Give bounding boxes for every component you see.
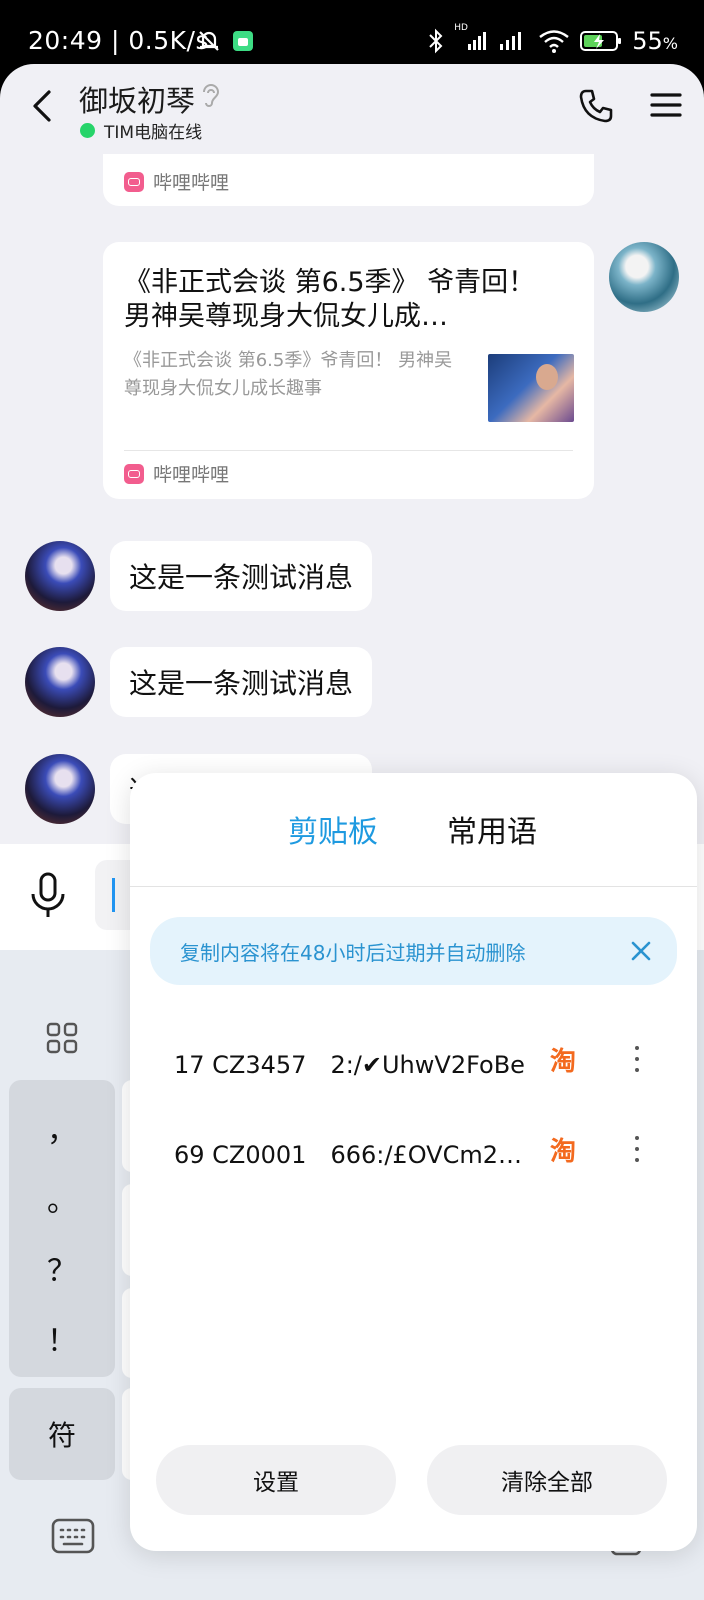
message-bubble[interactable]: 这是一条测试消息 (110, 541, 373, 611)
back-button[interactable] (22, 86, 62, 126)
my-avatar[interactable] (609, 242, 679, 312)
keyboard-switch-icon[interactable] (51, 1518, 95, 1558)
symbol-key[interactable]: 。 (9, 1176, 115, 1220)
shared-video-card[interactable]: 《非正式会谈 第6.5季》 爷青回！ 男神吴尊现身大侃女儿成… 《非正式会谈 第… (103, 242, 594, 499)
settings-button[interactable]: 设置 (156, 1445, 396, 1515)
mute-bell-icon (196, 28, 222, 58)
back-arrow-icon (33, 90, 51, 122)
status-icons: HD 55% (428, 23, 678, 56)
clipboard-item[interactable]: 17 CZ3457 2:/✔UhwV2FoBe 淘 (130, 1023, 697, 1093)
apps-grid-icon[interactable] (46, 1022, 78, 1058)
taobao-icon: 淘 (550, 1047, 577, 1077)
symbol-key[interactable]: ， (9, 1106, 115, 1150)
close-notice-button[interactable] (629, 939, 653, 963)
android-notification-icon (232, 30, 254, 56)
more-dot (635, 1158, 639, 1162)
bluetooth-icon (428, 28, 444, 54)
card-divider (124, 450, 573, 451)
status-time-speed: 20:49 | 0.5K/s (28, 26, 209, 55)
shared-card-partial[interactable]: 哔哩哔哩 (103, 154, 594, 206)
clipboard-panel: 剪贴板 常用语 复制内容将在48小时后过期并自动删除 17 CZ3457 2:/… (130, 773, 697, 1551)
tab-common-phrases[interactable]: 常用语 (447, 807, 537, 851)
more-options-button[interactable] (623, 1043, 651, 1075)
contact-name[interactable]: 御坂初琴 (79, 78, 195, 120)
battery-level: 55% (632, 27, 678, 55)
network-badge: HD (454, 23, 468, 33)
clipboard-item[interactable]: 69 CZ0001 666:/£OVCm2abc 淘 (130, 1113, 697, 1183)
battery-charging-icon (580, 29, 622, 53)
taobao-icon: 淘 (550, 1137, 577, 1167)
call-button[interactable] (578, 88, 618, 128)
card-description: 《非正式会谈 第6.5季》爷青回！ 男神吴尊现身大侃女儿成长趣事 (124, 350, 453, 399)
card-source: 哔哩哔哩 (124, 460, 229, 487)
more-dot (635, 1068, 639, 1072)
bilibili-icon (124, 463, 144, 484)
card-source: 哔哩哔哩 (124, 168, 229, 195)
text-cursor (112, 878, 115, 912)
signal-icon: HD (454, 23, 488, 53)
contact-avatar[interactable] (25, 754, 95, 824)
more-dot (635, 1136, 639, 1140)
notice-text: 复制内容将在48小时后过期并自动删除 (180, 941, 526, 965)
more-dot (635, 1046, 639, 1050)
tab-clipboard[interactable]: 剪贴板 (288, 807, 378, 851)
clipboard-item-text: 17 CZ3457 2:/✔UhwV2FoBe (174, 1051, 525, 1079)
bilibili-icon (124, 171, 144, 192)
clear-all-button[interactable]: 清除全部 (427, 1445, 667, 1515)
symbol-key[interactable]: ！ (9, 1316, 115, 1360)
symbol-column: ， 。 ？ ！ (9, 1080, 115, 1377)
card-title: 《非正式会谈 第6.5季》 爷青回！ 男神吴尊现身大侃女儿成… (124, 267, 536, 332)
tab-divider (130, 886, 697, 887)
microphone-icon (31, 872, 65, 917)
card-source-label: 哔哩哔哩 (153, 172, 230, 194)
online-dot (80, 123, 95, 138)
more-dot (635, 1147, 639, 1151)
symbol-key[interactable]: ？ (9, 1246, 115, 1290)
online-status-text: TIM电脑在线 (104, 123, 203, 143)
more-options-button[interactable] (623, 1133, 651, 1165)
menu-icon (650, 93, 682, 117)
chat-header: 御坂初琴 TIM电脑在线 (0, 64, 704, 154)
online-status: TIM电脑在线 (80, 118, 202, 143)
menu-button[interactable] (650, 92, 684, 122)
expiry-notice: 复制内容将在48小时后过期并自动删除 (150, 917, 677, 985)
contact-avatar[interactable] (25, 647, 95, 717)
close-icon (631, 941, 651, 961)
phone-icon (579, 89, 613, 123)
signal-icon-2 (498, 29, 528, 53)
card-source-label: 哔哩哔哩 (153, 464, 230, 486)
wifi-icon (538, 28, 570, 54)
more-dot (635, 1057, 639, 1061)
voice-button[interactable] (30, 872, 70, 920)
symbols-key[interactable]: 符 (9, 1388, 115, 1480)
card-thumbnail (488, 354, 574, 422)
chat-window: 御坂初琴 TIM电脑在线 哔哩哔哩 《非正式会谈 第6.5季》 爷青回！ 男神吴… (0, 64, 704, 1600)
contact-avatar[interactable] (25, 541, 95, 611)
ear-icon[interactable] (200, 82, 222, 114)
clipboard-item-text: 69 CZ0001 666:/£OVCm2abc (174, 1141, 534, 1169)
message-bubble[interactable]: 这是一条测试消息 (110, 647, 373, 717)
